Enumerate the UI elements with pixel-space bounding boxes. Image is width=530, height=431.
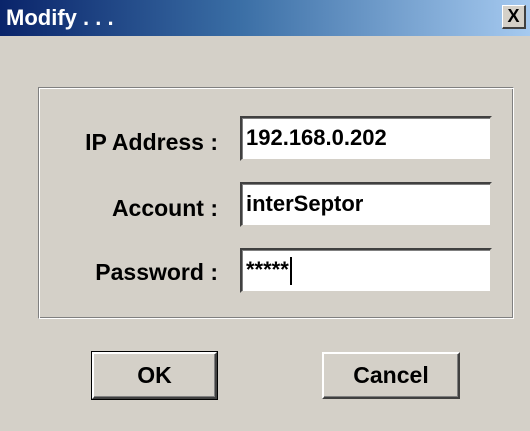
ip-address-label: IP Address : bbox=[85, 129, 218, 155]
cancel-button[interactable]: Cancel bbox=[322, 352, 460, 399]
close-button[interactable]: X bbox=[502, 5, 526, 29]
password-value: ***** bbox=[246, 257, 289, 282]
account-value: interSeptor bbox=[246, 191, 364, 216]
close-icon: X bbox=[507, 6, 520, 26]
title-bar[interactable]: Modify . . . X bbox=[0, 0, 530, 36]
text-cursor bbox=[289, 257, 292, 286]
account-field[interactable]: interSeptor bbox=[240, 182, 492, 227]
ip-address-field[interactable]: 192.168.0.202 bbox=[240, 116, 492, 161]
ok-button[interactable]: OK bbox=[91, 351, 218, 400]
ip-address-value: 192.168.0.202 bbox=[246, 125, 387, 150]
account-label: Account : bbox=[111, 195, 218, 221]
password-label: Password : bbox=[95, 259, 218, 285]
dialog-title: Modify . . . bbox=[6, 5, 114, 30]
password-field[interactable]: ***** bbox=[240, 248, 492, 293]
modify-dialog: Modify . . . X IP Address : 192.168.0.20… bbox=[0, 0, 530, 431]
